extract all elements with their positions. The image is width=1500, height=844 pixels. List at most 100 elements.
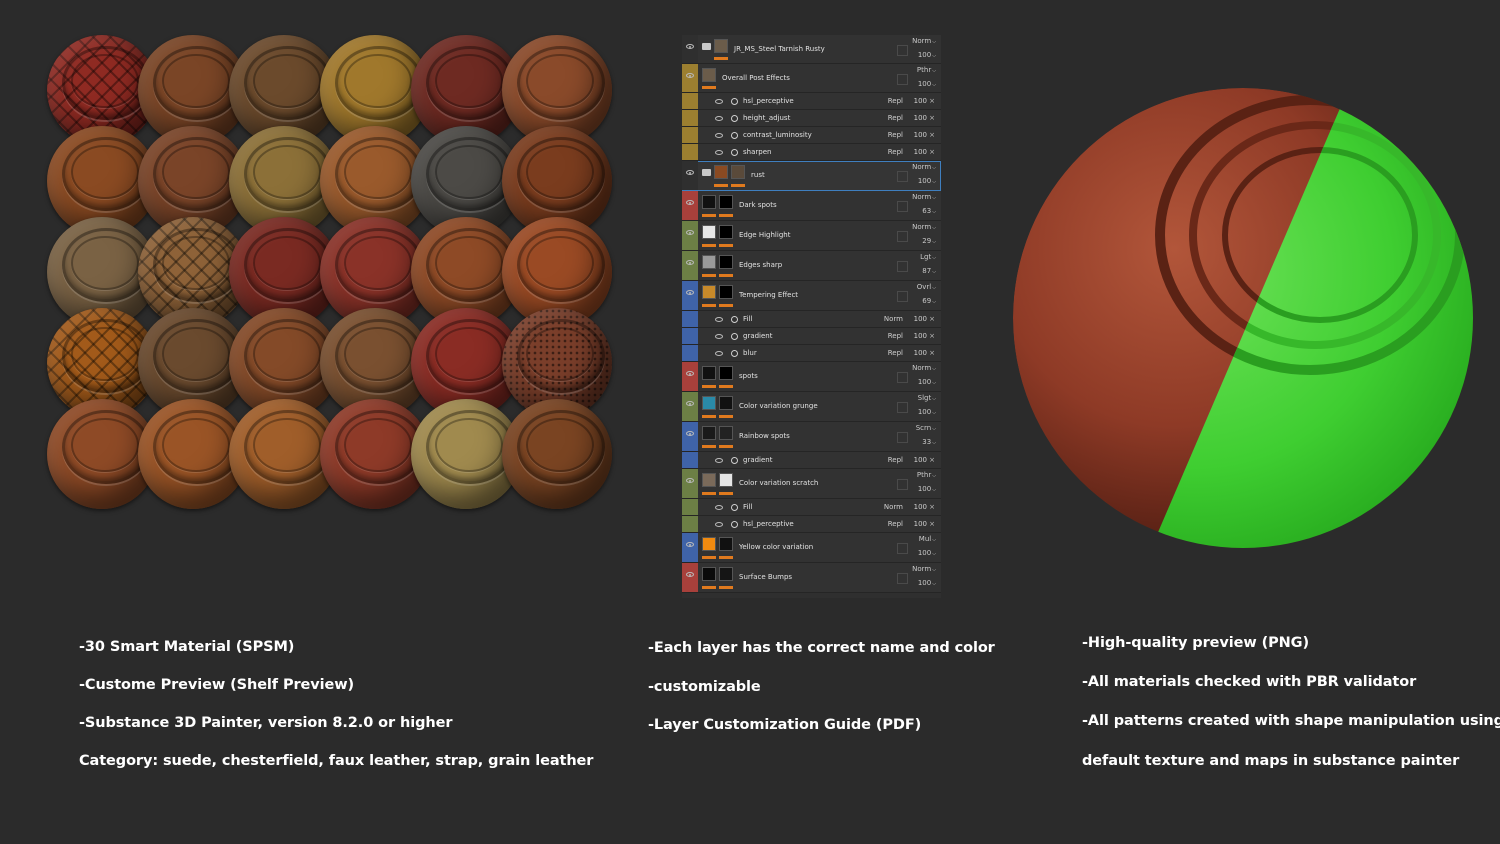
blend-mode-dropdown[interactable]: Slgt⌵ [918,394,936,402]
mask-toggle[interactable] [897,372,908,383]
opacity-dropdown[interactable]: 100⌵ [918,80,936,88]
close-icon[interactable]: × [929,520,935,528]
mask-thumbnail[interactable] [719,473,733,487]
layer-thumbnail[interactable] [702,68,716,82]
effect-row[interactable]: height_adjust Repl 100 × [682,110,941,127]
opacity-dropdown[interactable]: 100⌵ [918,177,936,185]
blend-mode-dropdown[interactable]: Mul⌵ [919,535,936,543]
visibility-eye-icon[interactable] [686,73,694,78]
blend-mode-dropdown[interactable]: Norm⌵ [912,364,936,372]
visibility-eye-icon[interactable] [715,505,723,510]
mask-thumbnail[interactable] [719,396,733,410]
layer-row[interactable]: rust Norm⌵ 100⌵ [682,161,941,191]
opacity-value[interactable]: 100 [914,520,927,528]
layer-thumbnail[interactable] [702,537,716,551]
blend-mode-value[interactable]: Repl [888,332,903,340]
opacity-dropdown[interactable]: 100⌵ [918,579,936,587]
layer-row[interactable]: Rainbow spots Scrn⌵ 33⌵ [682,422,941,452]
visibility-eye-icon[interactable] [715,458,723,463]
mask-toggle[interactable] [897,543,908,554]
opacity-value[interactable]: 100 [914,148,927,156]
layer-thumbnail[interactable] [702,396,716,410]
blend-mode-value[interactable]: Repl [888,520,903,528]
mask-thumbnail[interactable] [731,165,745,179]
blend-mode-dropdown[interactable]: Norm⌵ [912,193,936,201]
layer-thumbnail[interactable] [702,473,716,487]
visibility-eye-icon[interactable] [715,522,723,527]
opacity-dropdown[interactable]: 100⌵ [918,485,936,493]
close-icon[interactable]: × [929,148,935,156]
opacity-value[interactable]: 100 [914,131,927,139]
layer-row[interactable]: Edge Highlight Norm⌵ 29⌵ [682,221,941,251]
layer-thumbnail[interactable] [702,285,716,299]
effect-name[interactable]: height_adjust [743,114,790,122]
mask-toggle[interactable] [897,291,908,302]
visibility-eye-icon[interactable] [686,572,694,577]
opacity-dropdown[interactable]: 100⌵ [918,549,936,557]
visibility-eye-icon[interactable] [715,99,723,104]
mask-thumbnail[interactable] [719,426,733,440]
layer-row[interactable]: Dark spots Norm⌵ 63⌵ [682,191,941,221]
visibility-eye-icon[interactable] [686,200,694,205]
visibility-eye-icon[interactable] [686,478,694,483]
effect-name[interactable]: blur [743,349,757,357]
blend-mode-value[interactable]: Norm [884,315,903,323]
layer-row[interactable]: Color variation grunge Slgt⌵ 100⌵ [682,392,941,422]
effect-name[interactable]: gradient [743,332,773,340]
effect-row[interactable]: hsl_perceptive Repl 100 × [682,516,941,533]
mask-thumbnail[interactable] [719,255,733,269]
close-icon[interactable]: × [929,456,935,464]
layer-row[interactable]: Tempering Effect Ovrl⌵ 69⌵ [682,281,941,311]
blend-mode-dropdown[interactable]: Scrn⌵ [916,424,936,432]
blend-mode-value[interactable]: Repl [888,97,903,105]
opacity-dropdown[interactable]: 87⌵ [922,267,936,275]
visibility-eye-icon[interactable] [686,371,694,376]
effect-name[interactable]: hsl_perceptive [743,97,794,105]
visibility-eye-icon[interactable] [686,230,694,235]
close-icon[interactable]: × [929,131,935,139]
visibility-eye-icon[interactable] [686,170,694,175]
effect-row[interactable]: Fill Norm 100 × [682,499,941,516]
mask-toggle[interactable] [897,432,908,443]
blend-mode-dropdown[interactable]: Norm⌵ [912,163,936,171]
blend-mode-dropdown[interactable]: Pthr⌵ [917,471,936,479]
layer-row[interactable]: Overall Post Effects Pthr⌵ 100⌵ [682,64,941,93]
layer-row[interactable]: Yellow color variation Mul⌵ 100⌵ [682,533,941,563]
mask-toggle[interactable] [897,479,908,490]
blend-mode-dropdown[interactable]: Norm⌵ [912,37,936,45]
layer-name[interactable]: Edge Highlight [739,231,790,239]
mask-thumbnail[interactable] [719,366,733,380]
blend-mode-value[interactable]: Repl [888,148,903,156]
visibility-eye-icon[interactable] [715,133,723,138]
layer-thumbnail[interactable] [702,255,716,269]
close-icon[interactable]: × [929,349,935,357]
layer-row[interactable]: spots Norm⌵ 100⌵ [682,362,941,392]
close-icon[interactable]: × [929,97,935,105]
opacity-value[interactable]: 100 [914,456,927,464]
effect-name[interactable]: sharpen [743,148,771,156]
effect-row[interactable]: blur Repl 100 × [682,345,941,362]
opacity-dropdown[interactable]: 100⌵ [918,378,936,386]
blend-mode-value[interactable]: Norm [884,503,903,511]
layer-name[interactable]: rust [751,171,765,179]
mask-thumbnail[interactable] [719,195,733,209]
opacity-dropdown[interactable]: 100⌵ [918,51,936,59]
close-icon[interactable]: × [929,114,935,122]
effect-row[interactable]: gradient Repl 100 × [682,452,941,469]
layer-name[interactable]: spots [739,372,758,380]
visibility-eye-icon[interactable] [686,401,694,406]
layer-row[interactable]: Surface Bumps Norm⌵ 100⌵ [682,563,941,593]
effect-name[interactable]: Fill [743,503,752,511]
mask-toggle[interactable] [897,44,908,56]
opacity-value[interactable]: 100 [914,332,927,340]
effect-name[interactable]: hsl_perceptive [743,520,794,528]
opacity-dropdown[interactable]: 100⌵ [918,408,936,416]
layer-name[interactable]: Color variation scratch [739,479,818,487]
mask-toggle[interactable] [897,573,908,584]
layer-name[interactable]: Surface Bumps [739,573,792,581]
layer-row[interactable]: Edges sharp Lgt⌵ 87⌵ [682,251,941,281]
opacity-dropdown[interactable]: 29⌵ [922,237,936,245]
opacity-value[interactable]: 100 [914,114,927,122]
effect-row[interactable]: contrast_luminosity Repl 100 × [682,127,941,144]
blend-mode-dropdown[interactable]: Ovrl⌵ [917,283,936,291]
